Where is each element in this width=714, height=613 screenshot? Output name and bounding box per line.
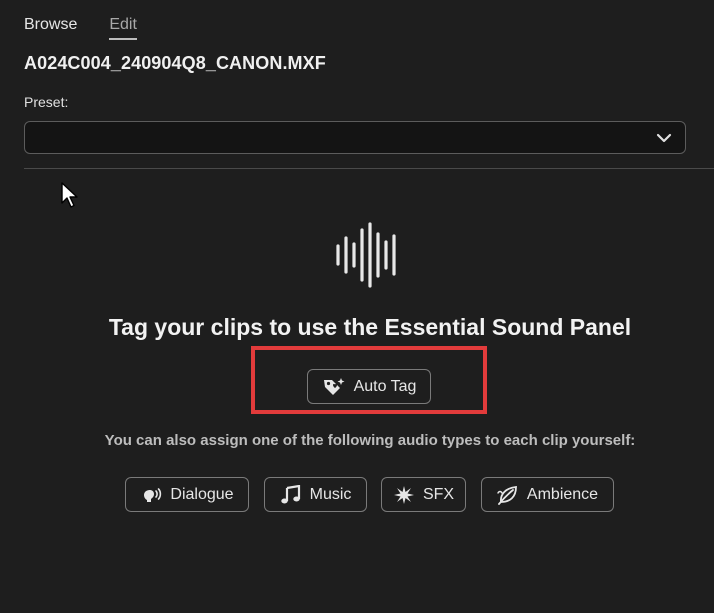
preset-dropdown[interactable] [24, 121, 686, 154]
ambience-label: Ambience [526, 485, 599, 503]
tab-edit[interactable]: Edit [109, 16, 137, 40]
panel-heading: Tag your clips to use the Essential Soun… [108, 314, 632, 340]
music-note-icon [280, 484, 300, 503]
sfx-burst-icon [393, 485, 414, 504]
music-button[interactable]: Music [264, 477, 367, 512]
dialogue-button[interactable]: Dialogue [125, 477, 249, 512]
sfx-label: SFX [422, 485, 455, 503]
highlight-box [251, 346, 487, 414]
preset-label: Preset: [24, 94, 69, 110]
mouse-pointer-icon [61, 182, 78, 208]
audio-types-hint: You can also assign one of the following… [104, 432, 636, 449]
sfx-button[interactable]: SFX [381, 477, 466, 512]
essential-sound-panel: Browse Edit A024C004_240904Q8_CANON.MXF … [0, 0, 714, 613]
ambience-button[interactable]: Ambience [481, 477, 614, 512]
ambience-leaf-icon [497, 485, 517, 505]
divider [24, 168, 714, 169]
dialogue-icon [144, 487, 162, 502]
clip-name: A024C004_240904Q8_CANON.MXF [24, 53, 326, 73]
waveform-icon [336, 222, 396, 288]
dialogue-label: Dialogue [170, 485, 234, 503]
panel-tabs: Browse Edit [24, 16, 137, 40]
tab-browse[interactable]: Browse [24, 16, 77, 40]
music-label: Music [309, 485, 352, 503]
chevron-down-icon [656, 133, 672, 143]
